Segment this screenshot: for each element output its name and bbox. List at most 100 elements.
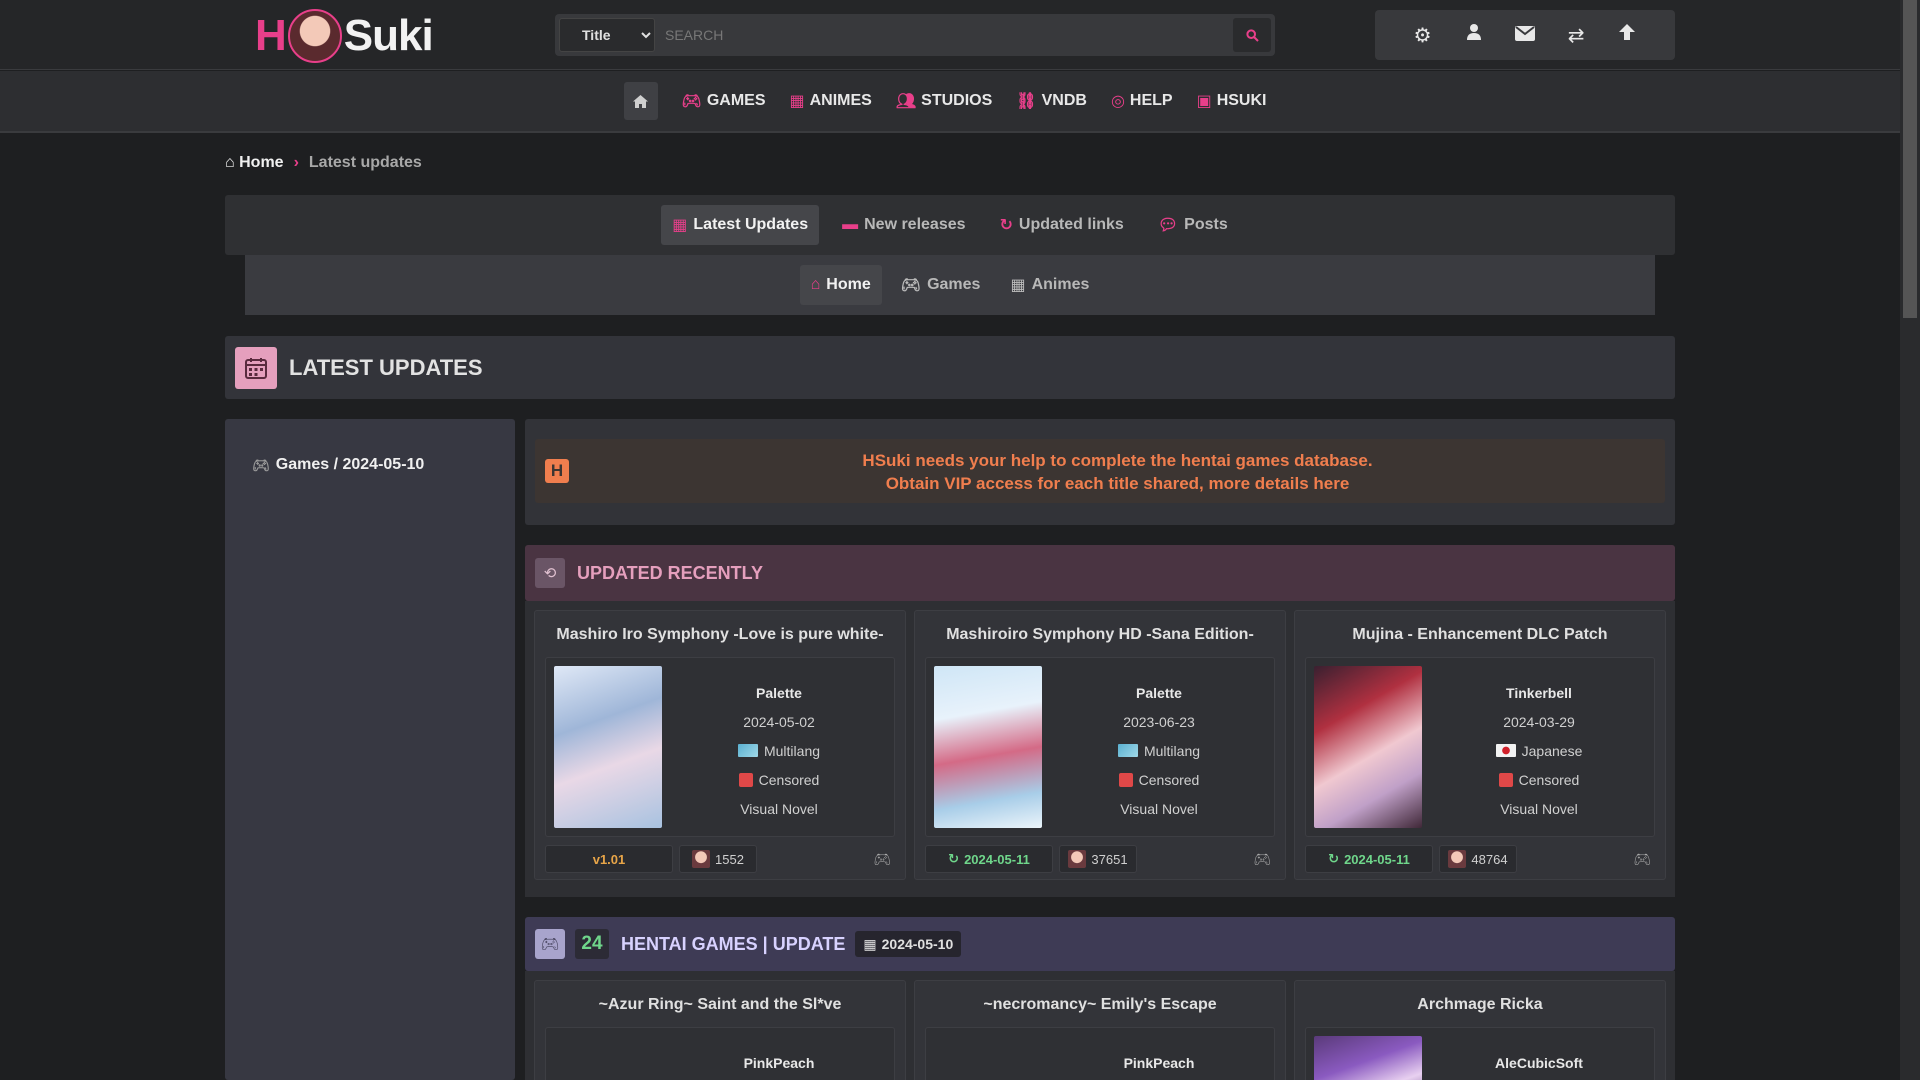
breadcrumb: ⌂ Home › Latest updates xyxy=(225,154,422,172)
game-title[interactable]: Mujina - Enhancement DLC Patch xyxy=(1295,626,1665,644)
game-title[interactable]: Archmage Ricka xyxy=(1295,996,1665,1014)
game-title[interactable]: Mashiroiro Symphony HD -Sana Edition- xyxy=(915,626,1285,644)
game-studio[interactable]: Palette xyxy=(1042,678,1276,707)
tab-updated-links[interactable]: ↻ Updated links xyxy=(989,205,1135,245)
game-cover-image[interactable] xyxy=(554,666,662,828)
gamepad-icon: 🎮︎ xyxy=(535,929,565,959)
game-genre: Visual Novel xyxy=(1120,800,1198,817)
subtab-home[interactable]: ⌂ Home xyxy=(799,265,882,305)
refresh-icon: ↻ xyxy=(999,217,1013,234)
refresh-icon: ↻ xyxy=(1328,851,1340,866)
gamepad-icon: 🎮︎ xyxy=(900,277,922,294)
nav-label: HSUKI xyxy=(1216,92,1267,109)
game-studio[interactable]: PinkPeach xyxy=(662,1048,896,1077)
tabs-main: ▦ Latest Updates ▬ New releases ↻ Update… xyxy=(225,195,1675,255)
game-censor: Censored xyxy=(1518,771,1580,788)
tabs-sub: ⌂ Home 🎮︎ Games ▦ Animes xyxy=(245,255,1655,315)
game-card[interactable]: ~necromancy~ Emily's Escape PinkPeach xyxy=(914,980,1286,1080)
notice-line-1: HSuki needs your help to complete the he… xyxy=(862,451,1373,470)
shuffle-icon[interactable]: ⇄ xyxy=(1561,23,1591,48)
version-badge: v1.01 xyxy=(545,845,673,873)
page-scrollbar[interactable] xyxy=(1900,0,1920,1080)
nav-item-vndb[interactable]: ⛓ VNDB xyxy=(1006,91,1097,111)
update-date-chip: ▦ 2024-05-10 xyxy=(855,931,962,957)
game-studio[interactable]: Tinkerbell xyxy=(1422,678,1656,707)
tag-icon: ▬ xyxy=(842,216,859,233)
game-card[interactable]: ~Azur Ring~ Saint and the Sl*ve PinkPeac… xyxy=(534,980,906,1080)
site-logo[interactable]: H Suki xyxy=(255,8,434,64)
nav-label: STUDIOS xyxy=(921,92,993,109)
updated-date-badge: ↻ 2024-05-11 xyxy=(1305,845,1433,873)
home-icon: ⌂ xyxy=(810,276,821,293)
game-title[interactable]: Mashiro Iro Symphony -Love is pure white… xyxy=(535,626,905,644)
nav-item-games[interactable]: 🎮︎ GAMES xyxy=(672,91,776,111)
film-icon: ▦ xyxy=(789,93,805,110)
notice-line-2[interactable]: Obtain VIP access for each title shared,… xyxy=(535,472,1700,495)
views-counter: 1552 xyxy=(679,845,757,873)
game-card[interactable]: Mashiroiro Symphony HD -Sana Edition- Pa… xyxy=(914,610,1286,880)
game-title[interactable]: ~necromancy~ Emily's Escape xyxy=(915,996,1285,1014)
update-count-badge: 24 xyxy=(575,929,609,959)
envelope-icon[interactable] xyxy=(1510,24,1540,47)
subtab-animes[interactable]: ▦ Animes xyxy=(999,265,1100,305)
sidebar-item-games-date[interactable]: 🎮︎ Games / 2024-05-10 xyxy=(252,456,424,474)
lifebuoy-icon: ◎ xyxy=(1110,93,1125,110)
breadcrumb-home[interactable]: ⌂ Home xyxy=(225,154,284,172)
game-studio[interactable]: Palette xyxy=(662,678,896,707)
game-card[interactable]: Mashiro Iro Symphony -Love is pure white… xyxy=(534,610,906,880)
vndb-icon: ⛓ xyxy=(1016,93,1037,110)
censored-icon xyxy=(1498,772,1513,787)
game-title[interactable]: ~Azur Ring~ Saint and the Sl*ve xyxy=(535,996,905,1014)
gamepad-icon: 🎮︎ xyxy=(1253,850,1271,867)
gear-icon[interactable]: ⚙ xyxy=(1408,23,1438,48)
hsuki-icon: ▣ xyxy=(1196,93,1212,110)
nav-label: GAMES xyxy=(706,92,766,109)
avatar-icon xyxy=(692,850,711,868)
nav-home-button[interactable] xyxy=(623,82,658,120)
nav-label: VNDB xyxy=(1041,92,1087,109)
nav-label: HELP xyxy=(1129,92,1173,109)
user-icon[interactable] xyxy=(1459,23,1489,47)
multilang-flag-icon xyxy=(1117,744,1138,757)
search-type-select[interactable]: Title xyxy=(559,18,655,52)
game-genre: Visual Novel xyxy=(740,800,818,817)
game-cover-image[interactable] xyxy=(1314,1036,1422,1080)
game-card[interactable]: Archmage Ricka AleCubicSoft xyxy=(1294,980,1666,1080)
nav-item-studios[interactable]: 👥︎ STUDIOS xyxy=(886,91,1002,111)
nav-item-hsuki[interactable]: ▣ HSUKI xyxy=(1187,91,1277,111)
game-language: Multilang xyxy=(763,742,821,759)
updated-date-badge: ↻ 2024-05-11 xyxy=(925,845,1053,873)
game-card[interactable]: Mujina - Enhancement DLC Patch Tinkerbel… xyxy=(1294,610,1666,880)
main-content: H HSuki needs your help to complete the … xyxy=(525,419,1675,1080)
search-button[interactable] xyxy=(1233,18,1271,52)
vip-notice[interactable]: H HSuki needs your help to complete the … xyxy=(535,439,1665,503)
logo-letter-h: H xyxy=(255,11,287,60)
arrow-up-icon[interactable] xyxy=(1612,23,1642,47)
game-date: 2023-06-23 xyxy=(1123,713,1195,730)
nav-item-animes[interactable]: ▦ ANIMES xyxy=(779,91,881,111)
scrollbar-thumb[interactable] xyxy=(1903,0,1917,318)
nav-item-help[interactable]: ◎ HELP xyxy=(1101,91,1183,111)
updated-recently-cards: Mashiro Iro Symphony -Love is pure white… xyxy=(525,601,1675,897)
search-input[interactable] xyxy=(655,18,1233,52)
chevron-right-icon: › xyxy=(293,154,299,171)
tab-posts[interactable]: 💬︎ Posts xyxy=(1147,205,1239,245)
home-icon xyxy=(633,94,648,108)
game-language: Multilang xyxy=(1143,742,1201,759)
game-censor: Censored xyxy=(758,771,820,788)
sidebar: 🎮︎ Games / 2024-05-10 xyxy=(225,419,515,1080)
game-studio[interactable]: PinkPeach xyxy=(1042,1048,1276,1077)
tab-new-releases[interactable]: ▬ New releases xyxy=(831,205,976,245)
japan-flag-icon xyxy=(1495,744,1516,757)
logo-mascot-icon xyxy=(287,9,342,63)
tab-latest-updates[interactable]: ▦ Latest Updates xyxy=(661,205,820,245)
game-cover-image[interactable] xyxy=(1314,666,1422,828)
views-counter: 48764 xyxy=(1439,845,1517,873)
game-studio[interactable]: AleCubicSoft xyxy=(1422,1048,1656,1077)
film-icon: ▦ xyxy=(1010,277,1026,294)
subtab-games[interactable]: 🎮︎ Games xyxy=(890,265,992,305)
views-counter: 37651 xyxy=(1059,845,1137,873)
game-cover-image[interactable] xyxy=(934,666,1042,828)
search-icon xyxy=(1245,28,1259,42)
logo-text-suki: Suki xyxy=(343,11,434,60)
